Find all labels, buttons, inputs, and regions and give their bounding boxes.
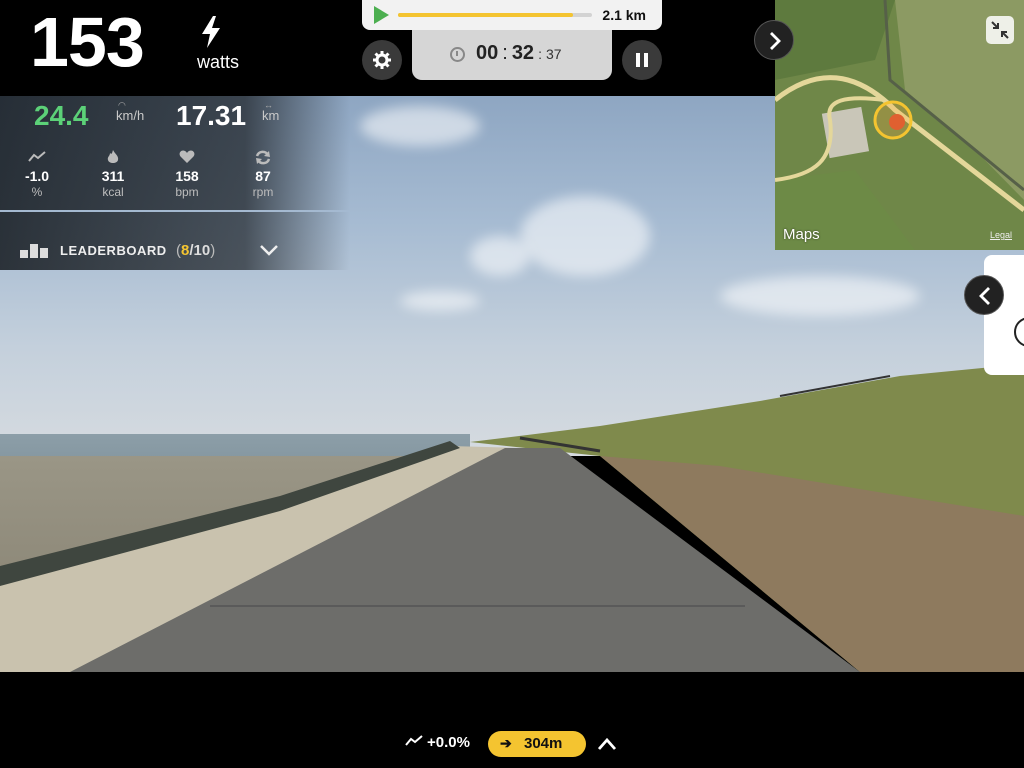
- top-bar: 153 watts 2.1 km 00:32:37: [0, 0, 775, 96]
- chevron-up-icon[interactable]: [596, 737, 618, 751]
- timer-panel: 00:32:37: [412, 30, 612, 80]
- route-progress-bar: [398, 13, 592, 17]
- timer-separator: :: [538, 46, 542, 62]
- ride-stats-panel: 24.4 ◠ km/h 17.31 ↔ km -1.0 % 311 kcal 1…: [0, 96, 350, 210]
- chevron-down-icon[interactable]: [258, 242, 280, 258]
- maps-brand: Maps: [783, 226, 820, 243]
- distance-unit: km: [262, 108, 280, 123]
- heart-rate-label: bpm: [175, 185, 199, 199]
- leaderboard-icon: [20, 244, 48, 258]
- flame-icon: [88, 150, 138, 166]
- speed-unit: km/h: [116, 108, 145, 123]
- pause-icon: [636, 53, 648, 67]
- leaderboard-label: LEADERBOARD: [60, 243, 167, 258]
- elapsed-time: 00:32:37: [476, 42, 562, 65]
- side-panel-ring-icon: [1014, 317, 1024, 347]
- clock-icon: [450, 47, 465, 62]
- play-icon[interactable]: [374, 6, 389, 24]
- route-total-distance: 2.1 km: [602, 7, 646, 23]
- calories-label: kcal: [102, 185, 124, 199]
- route-map[interactable]: Maps Legal: [775, 0, 1024, 250]
- leaderboard-position: (8/10): [176, 242, 215, 259]
- speed-value: 24.4: [34, 100, 89, 131]
- shrink-icon: [991, 21, 1009, 39]
- calories-value: 311: [101, 168, 125, 184]
- upcoming-slope: +0.0%: [427, 734, 470, 751]
- grade-value: -1.0: [24, 168, 50, 184]
- timer-separator: :: [502, 42, 508, 64]
- expand-map-button[interactable]: [754, 20, 794, 60]
- cadence-label: rpm: [252, 185, 274, 199]
- stat-calories: 311 kcal: [88, 150, 138, 199]
- route-progress-panel: 2.1 km: [362, 0, 662, 30]
- chevron-right-icon: [770, 32, 781, 50]
- collapse-map-button[interactable]: [986, 16, 1014, 44]
- stat-cadence: 87 rpm: [238, 150, 288, 199]
- timer-seconds: 37: [545, 46, 562, 62]
- distance-to-segment-badge: ➔ 304m: [488, 731, 586, 757]
- settings-button[interactable]: [362, 40, 402, 80]
- leaderboard-bar[interactable]: LEADERBOARD (8/10): [0, 212, 350, 270]
- paren-close: ): [210, 242, 216, 259]
- slope-icon: [405, 735, 423, 746]
- lightning-icon: [202, 16, 220, 48]
- power-unit: watts: [197, 52, 240, 72]
- map-legal-link[interactable]: Legal: [990, 230, 1012, 240]
- power-value: 153: [30, 3, 145, 81]
- maps-brand-text: Maps: [783, 226, 820, 243]
- leaderboard-total: 10: [193, 242, 211, 259]
- timer-hours: 00: [476, 42, 499, 64]
- distance-to-segment: 304m: [524, 735, 563, 752]
- cadence-icon: [238, 150, 288, 166]
- arrow-right-icon: ➔: [500, 735, 512, 751]
- grade-label: %: [31, 185, 43, 199]
- open-side-panel-button[interactable]: [964, 275, 1004, 315]
- chevron-left-icon: [979, 287, 990, 305]
- pause-button[interactable]: [622, 40, 662, 80]
- timer-minutes: 32: [511, 42, 535, 64]
- bottom-bar: +0.0% ➔ 304m: [0, 672, 1024, 768]
- heart-rate-value: 158: [175, 168, 199, 184]
- stat-heart-rate: 158 bpm: [162, 150, 212, 199]
- gear-icon: [373, 51, 391, 69]
- cadence-value: 87: [255, 168, 271, 184]
- route-progress-fill: [398, 13, 573, 17]
- heart-icon: [162, 150, 212, 166]
- distance-value: 17.31: [176, 100, 247, 131]
- stat-grade: -1.0 %: [12, 150, 62, 199]
- grade-icon: [12, 150, 62, 166]
